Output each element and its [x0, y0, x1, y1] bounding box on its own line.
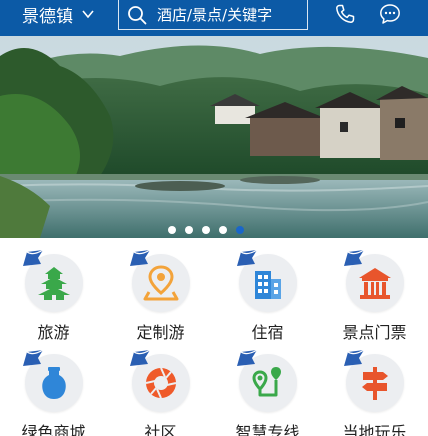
chat-icon[interactable] — [378, 2, 402, 26]
search-placeholder: 酒店/景点/关键字 — [157, 6, 273, 24]
carousel-dot[interactable] — [202, 226, 210, 234]
flag-icon — [343, 249, 364, 266]
flag-icon — [22, 349, 43, 366]
aperture-icon — [145, 367, 176, 399]
city-name: 景德镇 — [22, 6, 73, 27]
search-input[interactable]: 酒店/景点/关键字 — [118, 0, 308, 30]
icon-circle — [129, 349, 190, 412]
icon-circle — [22, 249, 83, 312]
flag-icon — [236, 349, 257, 366]
flag-icon — [129, 349, 150, 366]
carousel-dot[interactable] — [219, 226, 227, 234]
grid-item-community[interactable]: 社区 — [107, 338, 214, 436]
banner-image — [0, 36, 428, 238]
flag-icon — [129, 249, 150, 266]
banner-carousel[interactable] — [0, 36, 428, 238]
search-icon — [128, 5, 147, 24]
city-selector[interactable]: 景德镇 — [22, 0, 95, 28]
phone-icon[interactable] — [333, 2, 357, 26]
grid-item-label: 社区 — [144, 423, 177, 436]
feature-grid: 旅游 定制游 住宿 景点门票 绿色商城 社区 智慧专线 当地玩乐 — [0, 238, 428, 436]
icon-circle — [129, 249, 190, 312]
grid-item-label: 当地玩乐 — [342, 423, 407, 436]
top-bar: 景德镇 酒店/景点/关键字 — [0, 0, 428, 36]
grid-item-custom-tour[interactable]: 定制游 — [107, 238, 214, 342]
flag-icon — [343, 349, 364, 366]
temple-icon — [358, 268, 391, 299]
route-icon — [251, 367, 281, 397]
flag-icon — [236, 249, 257, 266]
icon-circle — [22, 349, 83, 412]
vase-icon — [41, 367, 66, 399]
pagoda-icon — [37, 267, 70, 300]
icon-circle — [236, 249, 297, 312]
carousel-dot[interactable] — [168, 226, 176, 234]
building-icon — [254, 271, 281, 299]
carousel-dot[interactable] — [185, 226, 193, 234]
grid-item-tickets[interactable]: 景点门票 — [321, 238, 428, 342]
icon-circle — [343, 249, 404, 312]
grid-item-lodging[interactable]: 住宿 — [214, 238, 321, 342]
grid-item-smart-line[interactable]: 智慧专线 — [214, 338, 321, 436]
chevron-down-icon — [82, 10, 94, 19]
grid-item-label: 绿色商城 — [21, 423, 86, 436]
grid-item-travel[interactable]: 旅游 — [0, 238, 107, 342]
flag-icon — [22, 249, 43, 266]
map-pin-icon — [143, 265, 178, 301]
icon-circle — [343, 349, 404, 412]
carousel-dots — [0, 226, 420, 234]
icon-circle — [236, 349, 297, 412]
grid-item-green-mall[interactable]: 绿色商城 — [0, 338, 107, 436]
carousel-dot-active[interactable] — [236, 226, 244, 234]
grid-item-label: 智慧专线 — [235, 423, 300, 436]
signpost-icon — [361, 367, 388, 400]
grid-item-local-fun[interactable]: 当地玩乐 — [321, 338, 428, 436]
